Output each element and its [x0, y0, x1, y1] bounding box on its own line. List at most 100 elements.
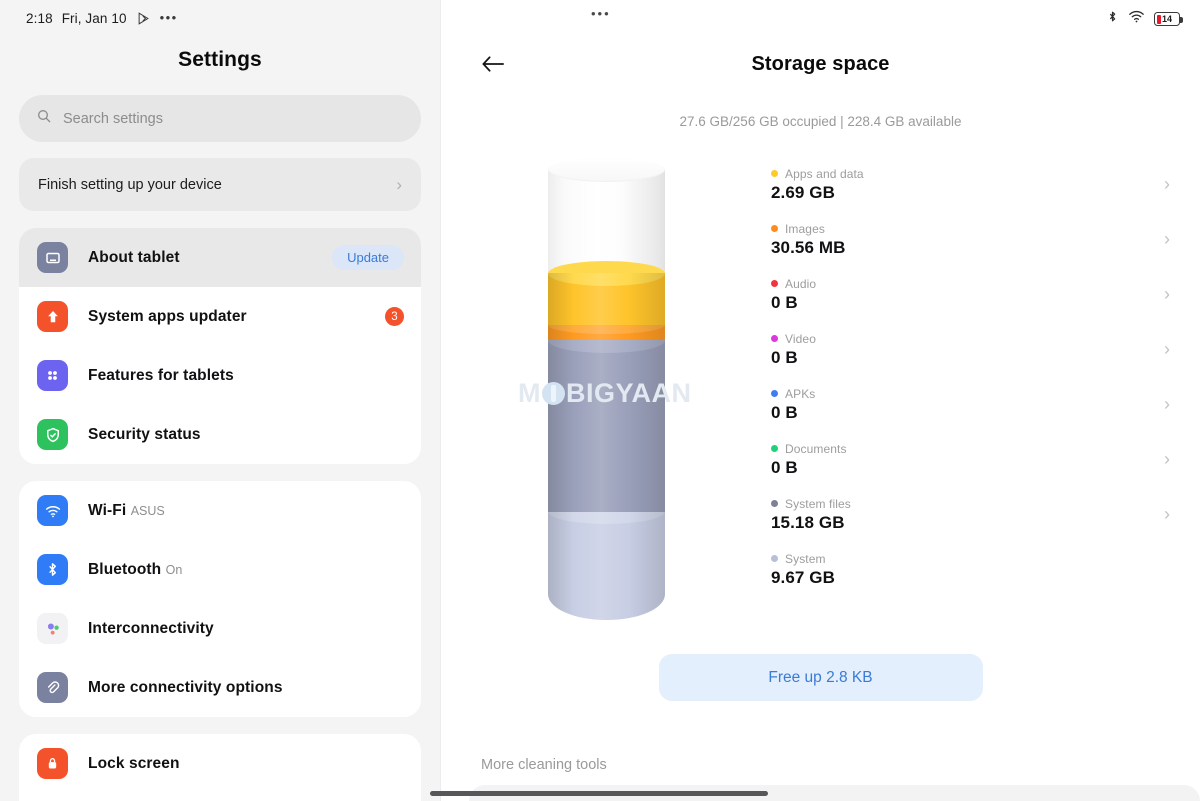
- storage-category-row[interactable]: Apps and data 2.69 GB ›: [771, 157, 1175, 212]
- sidebar-item-wifi[interactable]: Wi-Fi ASUS: [19, 481, 421, 540]
- sidebar-item-label: Bluetooth: [88, 560, 162, 578]
- storage-category-row[interactable]: Video 0 B ›: [771, 322, 1175, 377]
- category-name: Images: [785, 221, 825, 236]
- sidebar-item-sublabel: ASUS: [130, 503, 165, 518]
- storage-category-row[interactable]: Documents 0 B ›: [771, 432, 1175, 487]
- status-bar-right: ••• 14: [441, 0, 1200, 36]
- finish-setup-label: Finish setting up your device: [38, 176, 222, 193]
- cylinder-segment-images: [547, 316, 665, 341]
- settings-group-device: About tablet Update System apps updater …: [19, 228, 421, 464]
- category-name: Apps and data: [785, 166, 864, 181]
- sidebar-item-sublabel: On: [165, 562, 183, 577]
- category-name: Documents: [785, 441, 847, 456]
- sidebar-item-more-connectivity-options[interactable]: More connectivity options: [19, 658, 421, 717]
- storage-header: Storage space: [441, 36, 1200, 92]
- category-color-dot: [771, 390, 778, 397]
- sidebar-item-security-status[interactable]: Security status: [19, 405, 421, 464]
- update-count-badge: 3: [385, 307, 404, 326]
- battery-level: 14: [1161, 13, 1172, 24]
- category-color-dot: [771, 500, 778, 507]
- home-indicator[interactable]: [430, 791, 768, 796]
- settings-group-personal: Lock screen Notifications & status bar: [19, 734, 421, 801]
- storage-panel: ••• 14 Storage space 27.6 GB/256 GB occu…: [440, 0, 1200, 801]
- category-value: 0 B: [771, 402, 798, 422]
- free-up-button[interactable]: Free up 2.8 KB: [658, 654, 983, 701]
- category-color-dot: [771, 445, 778, 452]
- chevron-right-icon[interactable]: ›: [1159, 339, 1175, 360]
- sidebar-item-label: Features for tablets: [88, 366, 234, 384]
- lock-icon: [37, 748, 68, 779]
- chevron-right-icon: ›: [396, 175, 402, 194]
- sidebar-item-notifications-status-bar[interactable]: Notifications & status bar: [19, 793, 421, 801]
- category-name: System files: [785, 496, 851, 511]
- sidebar-item-about-tablet[interactable]: About tablet Update: [19, 228, 421, 287]
- category-color-dot: [771, 170, 778, 177]
- chevron-right-icon[interactable]: ›: [1159, 394, 1175, 415]
- category-value: 9.67 GB: [771, 567, 836, 587]
- interconnectivity-dots-icon: [37, 613, 68, 644]
- link-icon: [37, 672, 68, 703]
- search-icon: [36, 108, 52, 129]
- chevron-right-icon[interactable]: ›: [1159, 229, 1175, 250]
- tablet-screen: 2:18 Fri, Jan 10 ••• Settings Search set…: [0, 0, 1200, 801]
- finish-setup-card[interactable]: Finish setting up your device ›: [19, 158, 421, 211]
- sidebar-item-system-apps-updater[interactable]: System apps updater 3: [19, 287, 421, 346]
- chevron-right-icon[interactable]: ›: [1159, 504, 1175, 525]
- sidebar-item-label: Wi-Fi: [88, 501, 127, 519]
- category-value: 0 B: [771, 292, 798, 312]
- category-value: 15.18 GB: [771, 512, 845, 532]
- category-color-dot: [771, 225, 778, 232]
- storage-category-row[interactable]: System files 15.18 GB ›: [771, 487, 1175, 542]
- bluetooth-icon: [1106, 9, 1119, 29]
- sidebar-item-label: System apps updater: [88, 307, 247, 325]
- back-arrow-icon[interactable]: [481, 54, 506, 74]
- storage-title: Storage space: [751, 52, 890, 75]
- storage-visualization: Apps and data 2.69 GB › Images 30.56 MB: [441, 151, 1200, 632]
- status-overflow-icon: •••: [159, 10, 178, 25]
- chevron-right-icon[interactable]: ›: [1159, 174, 1175, 195]
- grid-dots-icon: [37, 360, 68, 391]
- sidebar-item-label: Lock screen: [88, 754, 180, 772]
- storage-category-row[interactable]: Images 30.56 MB ›: [771, 212, 1175, 267]
- storage-cylinder-wrapper: [441, 151, 771, 632]
- category-value: 2.69 GB: [771, 182, 836, 202]
- chevron-right-icon[interactable]: ›: [1159, 284, 1175, 305]
- storage-category-row: System 9.67 GB: [771, 542, 1175, 597]
- storage-category-list: Apps and data 2.69 GB › Images 30.56 MB: [771, 151, 1200, 632]
- status-time: 2:18: [26, 10, 53, 26]
- category-value: 30.56 MB: [771, 237, 846, 257]
- category-value: 0 B: [771, 457, 798, 477]
- cylinder-top-ellipse: [547, 157, 665, 182]
- sidebar-item-features-for-tablets[interactable]: Features for tablets: [19, 346, 421, 405]
- update-button[interactable]: Update: [332, 245, 404, 270]
- bluetooth-icon: [37, 554, 68, 585]
- category-name: System: [785, 551, 826, 566]
- battery-icon: 14: [1154, 12, 1183, 26]
- sidebar-item-label: About tablet: [88, 248, 180, 266]
- category-color-dot: [771, 555, 778, 562]
- shield-check-icon: [37, 419, 68, 450]
- search-input[interactable]: Search settings: [19, 95, 421, 142]
- status-bar-left: 2:18 Fri, Jan 10 •••: [0, 0, 440, 36]
- settings-sidebar: 2:18 Fri, Jan 10 ••• Settings Search set…: [0, 0, 440, 801]
- sidebar-item-label: More connectivity options: [88, 678, 283, 696]
- up-arrow-icon: [37, 301, 68, 332]
- sidebar-item-label: Security status: [88, 425, 201, 443]
- tablet-icon: [37, 242, 68, 273]
- storage-category-row[interactable]: APKs 0 B ›: [771, 377, 1175, 432]
- category-name: Audio: [785, 276, 817, 291]
- chevron-right-icon[interactable]: ›: [1159, 449, 1175, 470]
- category-name: Video: [785, 331, 816, 346]
- page-title: Settings: [178, 48, 262, 71]
- storage-category-row[interactable]: Audio 0 B ›: [771, 267, 1175, 322]
- sidebar-item-bluetooth[interactable]: Bluetooth On: [19, 540, 421, 599]
- cylinder-segment-apps-and-data: [547, 260, 665, 326]
- category-color-dot: [771, 280, 778, 287]
- sidebar-item-lock-screen[interactable]: Lock screen: [19, 734, 421, 793]
- cylinder-segment-system-files: [547, 327, 665, 512]
- search-placeholder: Search settings: [63, 110, 163, 127]
- category-value: 0 B: [771, 347, 798, 367]
- more-cleaning-tools-label[interactable]: More cleaning tools: [481, 757, 607, 773]
- sidebar-item-interconnectivity[interactable]: Interconnectivity: [19, 599, 421, 658]
- settings-group-connectivity: Wi-Fi ASUS Bluetooth On Interconnectivit…: [19, 481, 421, 717]
